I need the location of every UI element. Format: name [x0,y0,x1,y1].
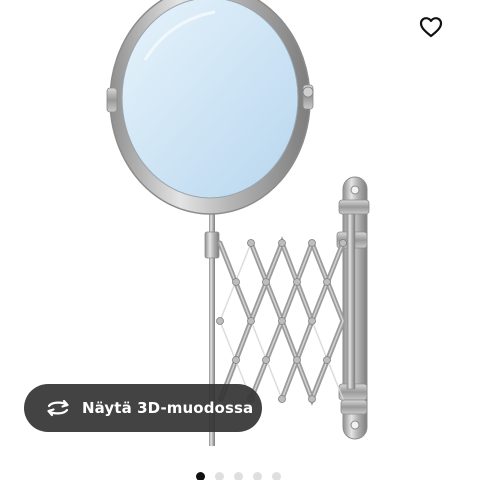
rotate-3d-icon [44,397,72,419]
carousel-dot[interactable] [272,472,281,480]
pole-clamp [204,231,220,259]
favorite-button[interactable] [412,8,450,46]
view-3d-button[interactable]: Näytä 3D-muodossa [24,384,262,432]
carousel-dot-active[interactable] [196,472,205,480]
round-mirror [106,0,314,215]
product-gallery: Näytä 3D-muodossa [0,0,480,480]
carousel-pagination [196,472,281,480]
carousel-dot[interactable] [253,472,262,480]
view-3d-label: Näytä 3D-muodossa [82,399,254,417]
carousel-dot[interactable] [215,472,224,480]
carousel-dot[interactable] [234,472,243,480]
heart-outline-icon [419,17,443,38]
